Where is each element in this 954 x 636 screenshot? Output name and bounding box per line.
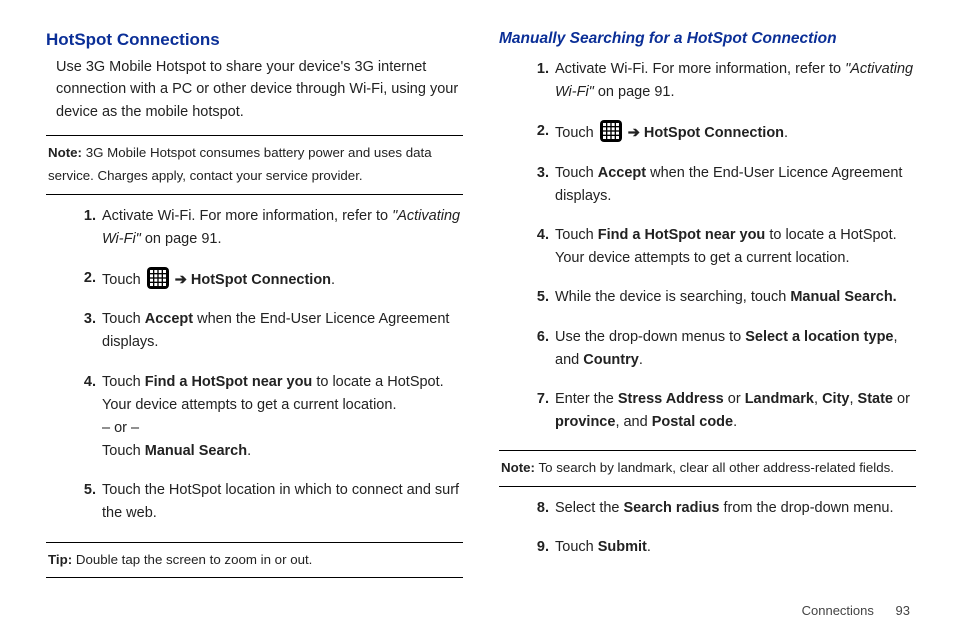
tip-label: Tip: [48,552,72,567]
divider [46,194,463,195]
right-column: Manually Searching for a HotSpot Connect… [499,28,916,597]
note-label: Note: [48,145,82,160]
step-number: 4. [525,224,549,247]
note-text: To search by landmark, clear all other a… [538,460,894,475]
step-number: 7. [525,388,549,411]
step-1: 1. Activate Wi-Fi. For more information,… [525,58,916,104]
steps-list: 1. Activate Wi-Fi. For more information,… [525,58,916,434]
left-column: HotSpot Connections Use 3G Mobile Hotspo… [46,28,463,597]
divider [46,577,463,578]
intro-text: Use 3G Mobile Hotspot to share your devi… [56,56,463,123]
note-block: Note: To search by landmark, clear all o… [499,457,916,480]
step-1: 1. Activate Wi-Fi. For more information,… [72,205,463,251]
page-footer: Connections 93 [46,603,916,618]
step-number: 4. [72,371,96,394]
steps-list-continued: 8. Select the Search radius from the dro… [525,497,916,559]
step-8: 8. Select the Search radius from the dro… [525,497,916,520]
step-2: 2. Touch ➔HotSpot Connection. [525,120,916,145]
step-6: 6. Use the drop-down menus to Select a l… [525,326,916,372]
step-number: 6. [525,326,549,349]
apps-grid-icon [600,120,622,142]
step-4: 4. Touch Find a HotSpot near you to loca… [72,371,463,464]
step-9: 9. Touch Submit. [525,536,916,559]
divider [46,135,463,136]
arrow-icon: ➔ [175,269,187,292]
note-label: Note: [501,460,535,475]
footer-section: Connections [802,603,874,618]
divider [499,450,916,451]
step-number: 8. [525,497,549,520]
apps-grid-icon [147,267,169,289]
step-number: 5. [72,479,96,502]
footer-page-number: 93 [896,603,910,618]
heading-manual-search: Manually Searching for a HotSpot Connect… [499,30,916,48]
divider [46,542,463,543]
step-number: 2. [72,267,96,290]
step-4: 4. Touch Find a HotSpot near you to loca… [525,224,916,270]
columns: HotSpot Connections Use 3G Mobile Hotspo… [46,28,916,597]
step-7: 7. Enter the Stress Address or Landmark,… [525,388,916,434]
step-3: 3. Touch Accept when the End-User Licenc… [525,162,916,208]
step-number: 1. [72,205,96,228]
step-number: 5. [525,286,549,309]
steps-list: 1. Activate Wi-Fi. For more information,… [72,205,463,526]
step-5: 5. Touch the HotSpot location in which t… [72,479,463,525]
step-number: 3. [72,308,96,331]
step-3: 3. Touch Accept when the End-User Licenc… [72,308,463,354]
divider [499,486,916,487]
step-2: 2. Touch ➔HotSpot Connection. [72,267,463,292]
heading-hotspot-connections: HotSpot Connections [46,30,463,50]
step-number: 2. [525,120,549,143]
manual-page: HotSpot Connections Use 3G Mobile Hotspo… [0,0,954,636]
step-number: 9. [525,536,549,559]
step-5: 5. While the device is searching, touch … [525,286,916,309]
step-number: 1. [525,58,549,81]
tip-text: Double tap the screen to zoom in or out. [76,552,313,567]
step-number: 3. [525,162,549,185]
note-block: Note: 3G Mobile Hotspot consumes battery… [46,142,463,187]
tip-block: Tip: Double tap the screen to zoom in or… [46,549,463,572]
note-text: 3G Mobile Hotspot consumes battery power… [48,145,432,183]
arrow-icon: ➔ [628,122,640,145]
